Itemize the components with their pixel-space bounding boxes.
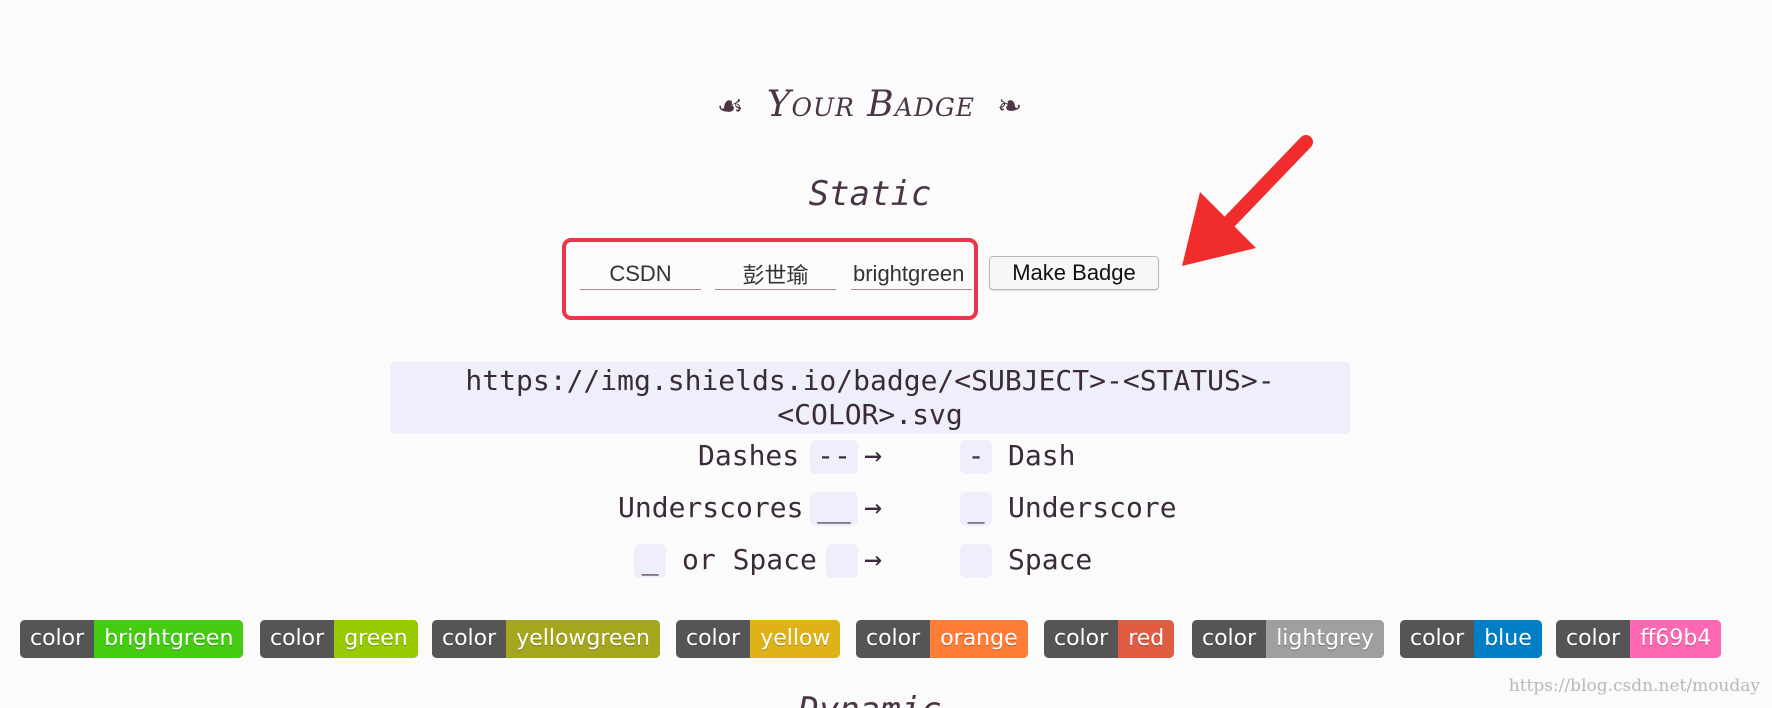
rule-prefix-code: _ [634,544,666,578]
badge-green[interactable]: color green [260,620,418,658]
badge-blue[interactable]: color blue [1400,620,1542,658]
section-title-static: Static [808,174,932,214]
color-input[interactable] [851,258,972,290]
rule-output-code: - [960,440,992,474]
badge-orange[interactable]: color orange [856,620,1028,658]
rule-label: Underscores [618,491,804,524]
page: ☙ Your Badge ❧ Static Make Badge https://i… [0,0,1772,708]
subject-input[interactable] [580,258,701,290]
badge-ff69b4[interactable]: color ff69b4 [1556,620,1722,658]
url-pattern: https://img.shields.io/badge/<SUBJECT>-<… [390,362,1350,434]
red-arrow-icon [1182,135,1313,266]
badge-brightgreen[interactable]: color brightgreen [20,620,244,658]
badge-label: color [432,620,507,658]
badge-value: lightgrey [1266,620,1385,658]
badge-label: color [1400,620,1475,658]
watermark: https://blog.csdn.net/mouday [1508,676,1760,696]
badge-label: color [1556,620,1631,658]
rule-output-code [960,544,992,578]
rule-result: Underscore [1008,491,1177,524]
page-title-text: Your Badge [766,84,976,125]
badge-value: blue [1474,620,1542,658]
rule-label: Dashes [698,439,800,472]
arrow-right-icon: → [864,438,883,473]
badge-label: color [1192,620,1267,658]
badge-label: color [20,620,95,658]
badge-yellowgreen[interactable]: color yellowgreen [432,620,660,658]
badge-yellow[interactable]: color yellow [676,620,841,658]
ornament-right-icon: ❧ [997,89,1024,124]
badge-label: color [676,620,751,658]
make-badge-button[interactable]: Make Badge [989,256,1159,290]
page-title: ☙ Your Badge ❧ [0,84,1740,125]
arrow-right-icon: → [864,542,883,577]
badge-lightgrey[interactable]: color lightgrey [1192,620,1385,658]
rule-output-code: _ [960,492,992,526]
badge-label: color [1044,620,1119,658]
ornament-left-icon: ☙ [716,89,745,124]
status-input[interactable] [715,258,836,290]
rule-input-code: -- [810,440,858,474]
badge-value: brightgreen [94,620,244,658]
rule-result: Space [1008,543,1093,576]
badge-label: color [260,620,335,658]
section-title-dynamic: Dynamic [0,690,1740,708]
badge-label: color [856,620,931,658]
rule-input-code: __ [810,492,858,526]
badge-value: orange [930,620,1028,658]
rule-input-code [826,544,858,578]
badge-value: green [334,620,418,658]
badge-red[interactable]: color red [1044,620,1175,658]
badge-value: yellow [750,620,841,658]
badge-value: ff69b4 [1630,620,1722,658]
badge-value: yellowgreen [506,620,660,658]
arrow-right-icon: → [864,490,883,525]
badge-value: red [1118,620,1175,658]
rule-result: Dash [1008,439,1076,472]
rule-label: or Space [682,543,817,576]
